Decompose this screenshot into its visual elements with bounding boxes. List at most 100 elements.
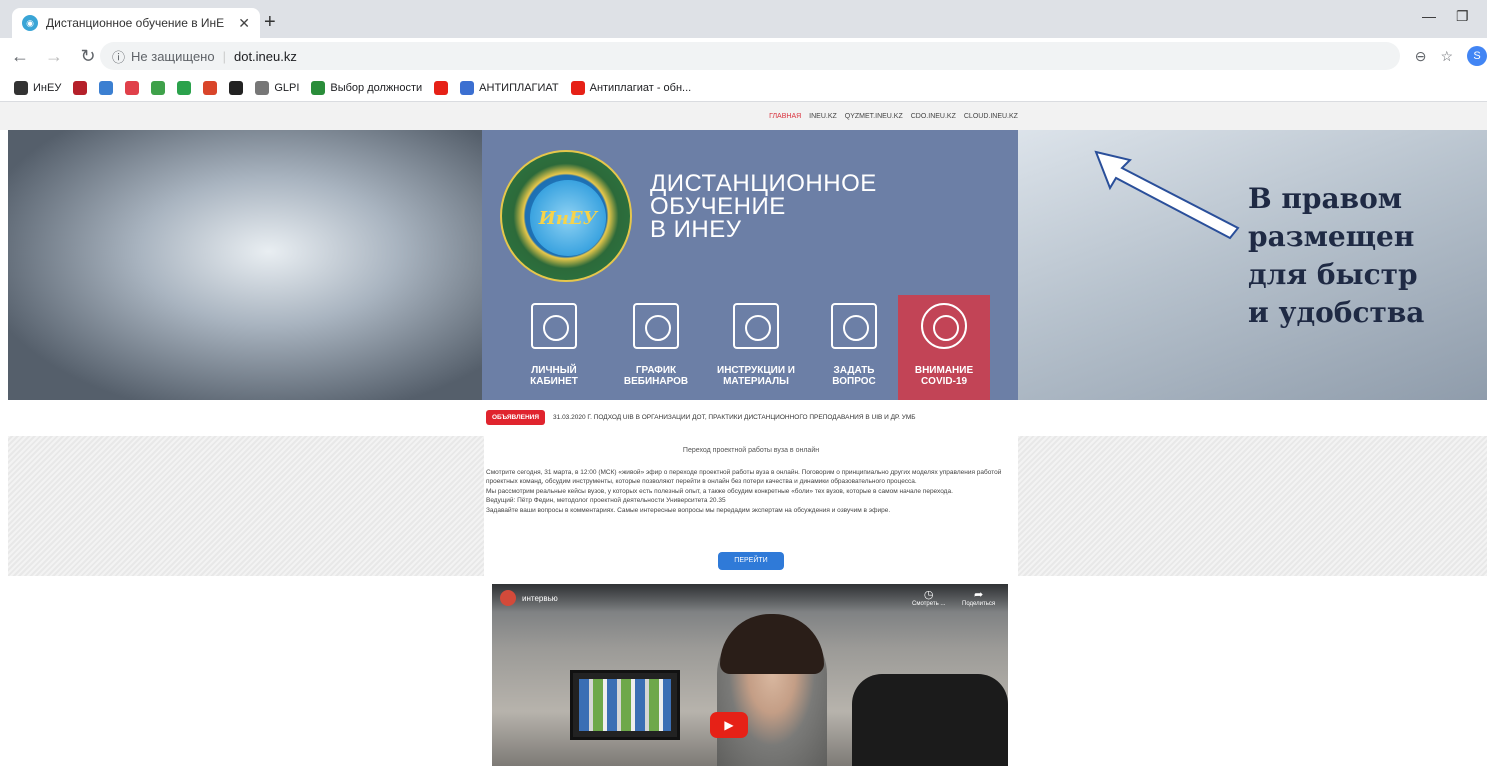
play-button-icon[interactable]: ▶ [710,712,748,738]
computer-icon [633,303,679,349]
omnibox[interactable]: ⓘ Не защищено | dot.ineu.kz [100,42,1400,70]
hero-menu-item[interactable]: ЛИЧНЫЙ КАБИНЕТ [508,295,600,400]
hero-menu-label: ЗАДАТЬ [833,365,875,376]
minimize-icon[interactable]: — [1422,8,1436,24]
hero-menu-label: ВОПРОС [832,376,876,387]
bookmark-star-icon[interactable]: ☆ [1440,48,1453,65]
watch-later-control[interactable]: ◷ Смотреть ... [912,588,945,607]
topnav-link[interactable]: CDO.INEU.KZ [911,113,956,120]
hero-menu-label: COVID-19 [920,376,968,387]
back-icon[interactable]: ← [8,46,32,67]
hero-title-line1: ДИСТАНЦИОННОЕ [650,170,877,197]
university-logo: ИнЕУ [500,150,632,282]
forward-icon[interactable]: → [42,46,66,67]
topnav-link[interactable]: INEU.KZ [809,113,837,120]
bookmark-item[interactable] [99,80,114,95]
share-label: Поделиться [962,601,996,607]
article-block: Переход проектной работы вуза в онлайн С… [484,436,1018,576]
hero-menu-item[interactable]: ВНИМАНИЕ COVID-19 [898,295,990,400]
bookmarks-bar: ИнЕУ GLPI Выбор должности АНТИПЛАГИАТ Антипл… [0,74,1487,102]
bookmark-icon [151,80,166,95]
virus-icon [921,303,967,349]
browser-tab[interactable]: ◉ Дистанционное обучение в ИнЕ ✕ [12,8,260,38]
watch-later-label: Смотреть ... [912,601,946,607]
share-control[interactable]: ➦ Поделиться [962,588,995,607]
bookmark-item[interactable] [73,80,88,95]
video-chair [852,674,1008,766]
bookmark-icon [203,80,218,95]
bookmark-icon [125,80,140,95]
video-title[interactable]: интервью [522,594,558,603]
reload-icon[interactable]: ↻ [76,46,100,67]
bookmark-icon [570,80,585,95]
hero-title-line2: ОБУЧЕНИЕ [650,193,786,220]
hero-menu-label: ВЕБИНАРОВ [623,376,689,387]
zoom-icon[interactable]: ⊖ [1415,48,1427,65]
go-button[interactable]: ПЕРЕЙТИ [718,552,784,570]
hero-title: ДИСТАНЦИОННОЕ ОБУЧЕНИЕ В ИНЕУ [650,170,877,242]
article-paragraph: Задавайте ваши вопросы в комментариях. С… [486,506,891,514]
ticker-text[interactable]: 31.03.2020 Г. ПОДХОД UIB В ОРГАНИЗАЦИИ Д… [553,414,916,421]
close-tab-icon[interactable]: ✕ [238,15,250,32]
bookmark-icon [14,80,28,95]
hero-center-panel: ИнЕУ ДИСТАНЦИОННОЕ ОБУЧЕНИЕ В ИНЕУ ЛИЧНЫ… [482,130,1018,400]
bookmark-icon [434,80,449,95]
hero-menu: ЛИЧНЫЙ КАБИНЕТ ГРАФИК ВЕБИНАРОВ ИНСТРУКЦИИ И… [482,295,1018,400]
hero-menu-label: МАТЕРИАЛЫ [723,376,789,387]
new-tab-button[interactable]: + [264,12,276,32]
profile-avatar[interactable]: S [1467,46,1487,66]
hero-menu-label: ВНИМАНИЕ [914,365,974,376]
bookmark-item[interactable]: Антиплагиат - обн... [570,80,692,95]
tab-bar: ◉ Дистанционное обучение в ИнЕ ✕ + — ❐ [0,0,1487,38]
bookmark-item[interactable] [434,80,449,95]
bookmark-label: АНТИПЛАГИАТ [479,81,559,94]
toolbar-right: ⊖ ☆ S [1415,46,1487,66]
hero-menu-item[interactable]: ИНСТРУКЦИИ И МАТЕРИАЛЫ [710,295,802,400]
hero-menu-item[interactable]: ЗАДАТЬ ВОПРОС [808,295,900,400]
separator: | [222,48,226,64]
video-player[interactable]: интервью ◷ Смотреть ... ➦ Поделиться ▶ [492,584,1008,766]
bookmark-item[interactable] [203,80,218,95]
callout-line2: размещен [1248,220,1415,253]
computer-icon [831,303,877,349]
right-pattern [1018,436,1487,576]
bookmark-item[interactable]: GLPI [255,80,300,95]
bookmark-item[interactable] [229,80,244,95]
hero-left-photo [8,130,482,400]
bookmark-icon [460,80,475,95]
bookmark-icon [229,80,244,95]
share-icon: ➦ [973,589,984,601]
maximize-icon[interactable]: ❐ [1456,8,1469,25]
bookmark-label: ИнЕУ [33,81,62,94]
bookmark-item[interactable]: Выбор должности [311,80,422,95]
url-text[interactable]: dot.ineu.kz [234,49,297,64]
bookmark-item[interactable] [177,80,192,95]
topnav-link[interactable]: ГЛАВНАЯ [769,113,801,120]
bookmark-label: Антиплагиат - обн... [589,81,692,94]
channel-avatar[interactable] [500,590,516,606]
article-paragraph: Мы рассмотрим реальные кейсы вузов, у ко… [486,487,953,495]
top-navigation: ГЛАВНАЯ INEU.KZ QYZMET.INEU.KZ CDO.INEU.KZ C… [0,102,1487,130]
callout-line4: и удобства [1248,296,1425,329]
annotation-arrow [1094,150,1240,240]
security-label: Не защищено [131,48,215,64]
article-paragraph: Смотрите сегодня, 31 марта, в 12:00 (МСК… [486,468,1002,486]
bookmark-icon [99,80,114,95]
topnav-link[interactable]: CLOUD.INEU.KZ [964,113,1018,120]
topnav-link[interactable]: QYZMET.INEU.KZ [845,113,903,120]
bookmark-item[interactable] [151,80,166,95]
bookmark-icon [177,80,192,95]
video-monitor [570,670,680,740]
bookmark-item[interactable] [125,80,140,95]
bookmark-item[interactable]: АНТИПЛАГИАТ [460,80,559,95]
hero-menu-item[interactable]: ГРАФИК ВЕБИНАРОВ [610,295,702,400]
tab-title: Дистанционное обучение в ИнЕ [46,16,225,30]
bookmark-item[interactable]: ИнЕУ [14,80,62,95]
announcements-badge: ОБЪЯВЛЕНИЯ [486,409,546,425]
bookmark-icon [73,80,88,95]
hero-menu-label: ГРАФИК [635,365,677,376]
callout-line1: В правом [1248,182,1403,215]
hero-menu-label: ИНСТРУКЦИИ И [717,365,795,376]
bookmark-label: GLPI [274,81,300,94]
info-icon[interactable]: ⓘ [112,47,125,66]
